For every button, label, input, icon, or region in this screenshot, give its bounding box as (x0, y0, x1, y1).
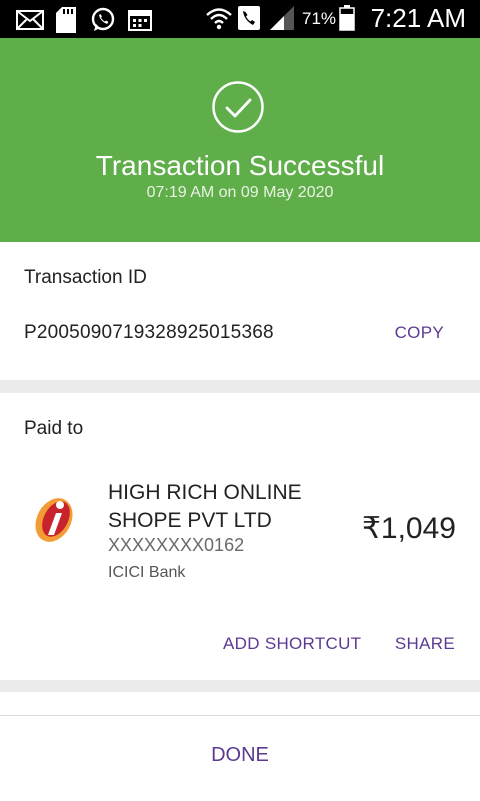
battery-percent: 71% (302, 9, 337, 28)
mail-icon (16, 10, 44, 30)
sd-card-icon (56, 7, 76, 33)
transaction-id-value: P2005090719328925015368 (24, 322, 274, 343)
wifi-icon (206, 8, 232, 30)
account-number: XXXXXXXX0162 (108, 535, 245, 555)
section-divider-bottom (0, 680, 480, 692)
done-button[interactable]: DONE (0, 744, 480, 767)
transaction-timestamp: 07:19 AM on 09 May 2020 (146, 184, 334, 201)
calendar-icon (128, 10, 152, 31)
section-divider (0, 380, 480, 393)
icici-logo-icon (35, 498, 73, 542)
add-shortcut-button[interactable]: ADD SHORTCUT (223, 634, 361, 654)
footer-bar: DONE (0, 715, 480, 801)
signal-icon (270, 6, 294, 30)
check-circle-icon (212, 81, 264, 133)
page-title: Transaction Successful (95, 150, 385, 181)
phone-icon (238, 6, 260, 30)
paid-amount: ₹1,049 (361, 512, 456, 545)
paid-to-card: Paid to HIGH RICH ONLINE SHOPE PVT LTD X… (0, 393, 480, 680)
status-bar: 71% 7:21 AM (0, 0, 480, 38)
status-time: 7:21 AM (370, 3, 466, 33)
whatsapp-icon (91, 7, 115, 31)
success-header: Transaction Successful 07:19 AM on 09 Ma… (0, 38, 480, 242)
merchant-name: HIGH RICH ONLINE SHOPE PVT LTD (108, 481, 302, 532)
transaction-id-label: Transaction ID (24, 267, 147, 288)
transaction-id-card: Transaction ID P2005090719328925015368 C… (0, 242, 480, 380)
share-button[interactable]: SHARE (395, 634, 455, 654)
copy-button[interactable]: COPY (395, 323, 444, 343)
battery-icon (339, 5, 355, 31)
bank-name: ICICI Bank (108, 564, 186, 581)
paid-to-label: Paid to (24, 418, 84, 439)
